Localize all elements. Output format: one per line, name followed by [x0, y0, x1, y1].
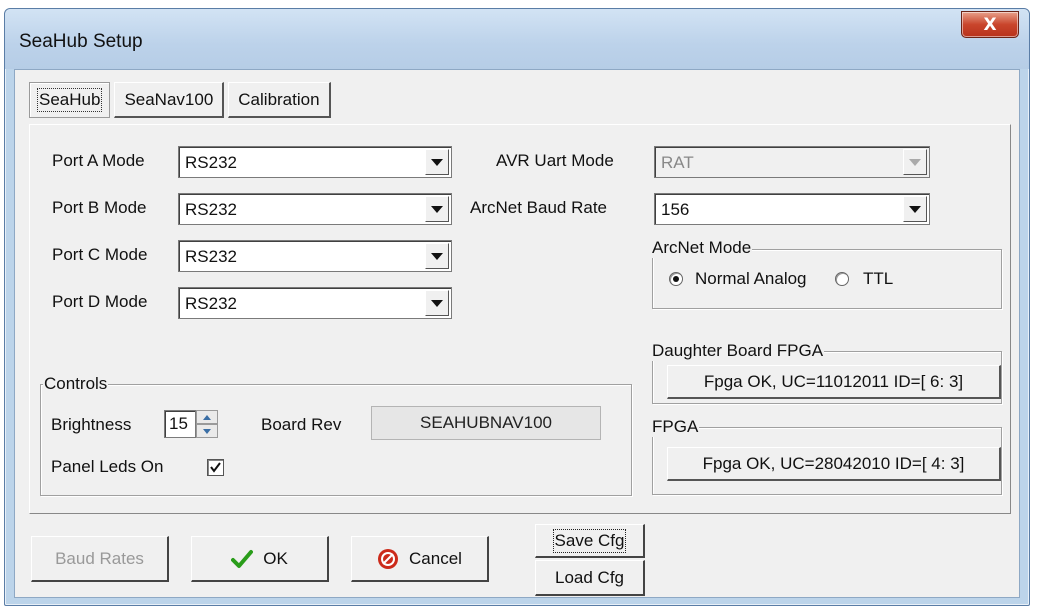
port-c-label: Port C Mode — [52, 245, 148, 264]
arrow-down-icon — [203, 428, 211, 434]
normal-analog-radio[interactable] — [669, 272, 683, 286]
tab-seanav100[interactable]: SeaNav100 — [114, 82, 225, 118]
chevron-down-icon — [431, 205, 443, 213]
load-cfg-label: Load Cfg — [555, 567, 624, 587]
daughter-fpga-status-button[interactable]: Fpga OK, UC=11012011 ID=[ 6: 3] — [667, 365, 1001, 399]
brightness-spinner[interactable] — [196, 410, 218, 438]
baud-rates-label: Baud Rates — [55, 548, 144, 568]
port-b-dropdown-button[interactable] — [425, 196, 449, 222]
no-entry-icon — [377, 548, 399, 570]
cancel-button[interactable]: Cancel — [351, 536, 489, 582]
ttl-radio[interactable] — [835, 272, 849, 286]
arcnet-baud-select[interactable]: 156 — [654, 193, 930, 225]
window-title: SeaHub Setup — [19, 31, 143, 52]
brightness-label: Brightness — [51, 415, 132, 434]
port-a-mode-select[interactable]: RS232 — [178, 146, 452, 178]
board-rev-value: SEAHUBNAV100 — [371, 406, 601, 440]
daughter-fpga-title: Daughter Board FPGA — [651, 341, 825, 361]
port-b-mode-value: RS232 — [185, 200, 237, 219]
checkmark-icon — [210, 462, 221, 473]
tab-calibration[interactable]: Calibration — [228, 82, 331, 118]
controls-group: Controls Brightness 15 Board Rev SEAHUBN… — [40, 374, 632, 496]
port-d-mode-select[interactable]: RS232 — [178, 287, 452, 319]
baud-rates-button: Baud Rates — [31, 536, 169, 582]
port-a-mode-value: RS232 — [185, 153, 237, 172]
close-icon: X — [983, 14, 997, 35]
chevron-down-icon — [431, 299, 443, 307]
port-b-mode-select[interactable]: RS232 — [178, 193, 452, 225]
chevron-down-icon — [431, 252, 443, 260]
chevron-down-icon — [909, 158, 921, 166]
load-cfg-button[interactable]: Load Cfg — [535, 560, 645, 596]
tab-bar: SeaHub SeaNav100 Calibration — [29, 82, 335, 118]
arcnet-mode-title: ArcNet Mode — [651, 238, 753, 258]
port-d-dropdown-button[interactable] — [425, 290, 449, 316]
fpga-title: FPGA — [651, 417, 700, 437]
spin-down-button[interactable] — [196, 424, 218, 438]
spin-up-button[interactable] — [196, 410, 218, 424]
client-area: SeaHub SeaNav100 Calibration Port A Mode… — [14, 69, 1020, 598]
port-a-dropdown-button[interactable] — [425, 149, 449, 175]
port-c-mode-select[interactable]: RS232 — [178, 240, 452, 272]
arcnet-mode-group: ArcNet Mode Normal Analog TTL — [651, 238, 1002, 309]
ok-label: OK — [263, 548, 288, 568]
avr-uart-mode-value: RAT — [661, 153, 694, 172]
port-b-label: Port B Mode — [52, 198, 147, 217]
port-d-mode-value: RS232 — [185, 294, 237, 313]
title-bar[interactable]: SeaHub Setup X — [5, 9, 1029, 69]
cancel-label: Cancel — [409, 548, 462, 568]
chevron-down-icon — [431, 158, 443, 166]
controls-title: Controls — [43, 374, 109, 394]
setup-window: SeaHub Setup X SeaHub SeaNav100 Calibrat… — [4, 8, 1030, 606]
ttl-label[interactable]: TTL — [863, 269, 893, 289]
ok-button[interactable]: OK — [191, 536, 329, 582]
panel-leds-checkbox[interactable] — [207, 459, 224, 476]
checkmark-icon — [231, 549, 254, 569]
arcnet-baud-value: 156 — [661, 200, 690, 219]
arrow-up-icon — [203, 414, 211, 420]
daughter-fpga-status: Fpga OK, UC=11012011 ID=[ 6: 3] — [703, 371, 964, 391]
port-c-dropdown-button[interactable] — [425, 243, 449, 269]
fpga-status-button[interactable]: Fpga OK, UC=28042010 ID=[ 4: 3] — [667, 447, 1001, 481]
close-button[interactable]: X — [961, 11, 1019, 38]
daughter-fpga-group: Daughter Board FPGA Fpga OK, UC=11012011… — [651, 341, 1002, 404]
avr-uart-dropdown-button — [903, 149, 927, 175]
save-cfg-label: Save Cfg — [552, 528, 627, 553]
avr-uart-mode-select: RAT — [654, 146, 930, 178]
tab-seahub[interactable]: SeaHub — [29, 82, 111, 118]
save-cfg-button[interactable]: Save Cfg — [535, 524, 645, 558]
board-rev-label: Board Rev — [261, 415, 342, 434]
panel-leds-label: Panel Leds On — [51, 457, 164, 476]
port-c-mode-value: RS232 — [185, 247, 237, 266]
seahub-tab-page: Port A Mode RS232 Port B Mode RS232 Port… — [29, 124, 1011, 514]
avr-uart-label: AVR Uart Mode — [496, 151, 614, 170]
brightness-input[interactable]: 15 — [164, 410, 196, 438]
port-d-label: Port D Mode — [52, 292, 148, 311]
arcnet-baud-dropdown-button[interactable] — [903, 196, 927, 222]
fpga-group: FPGA Fpga OK, UC=28042010 ID=[ 4: 3] — [651, 417, 1002, 495]
chevron-down-icon — [909, 205, 921, 213]
arcnet-baud-label: ArcNet Baud Rate — [470, 198, 608, 217]
normal-analog-label[interactable]: Normal Analog — [695, 269, 807, 289]
port-a-label: Port A Mode — [52, 151, 145, 170]
fpga-status: Fpga OK, UC=28042010 ID=[ 4: 3] — [702, 453, 965, 473]
